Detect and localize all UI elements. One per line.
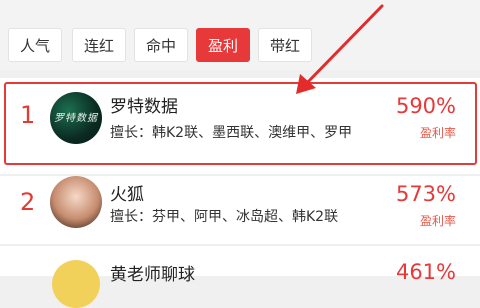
annotation-arrow-icon — [296, 4, 384, 94]
